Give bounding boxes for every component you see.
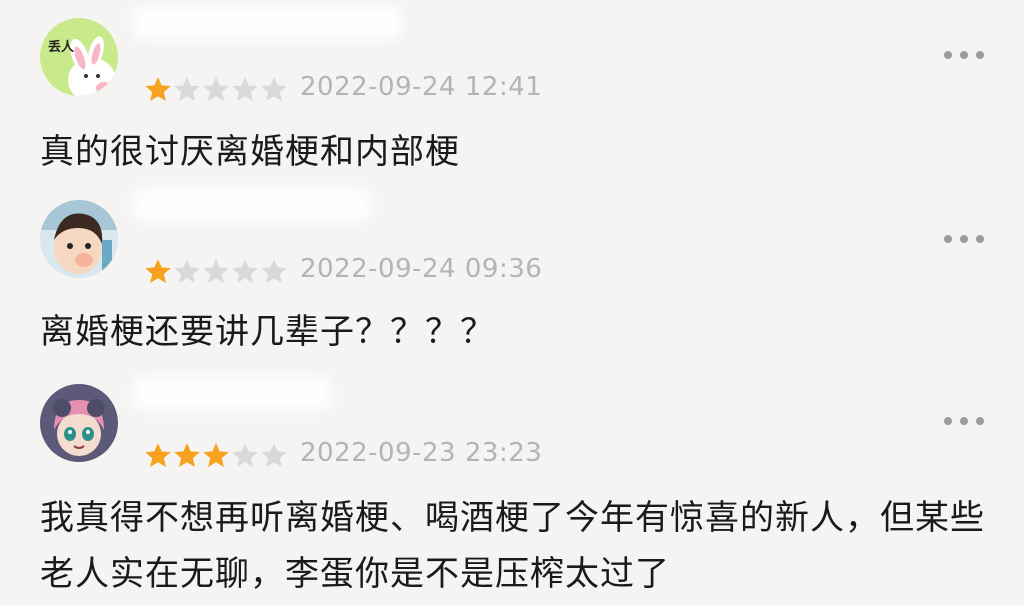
timestamp: 2022-09-24 12:41 <box>300 72 543 102</box>
comment-text: 离婚梗还要讲几辈子？？？？ <box>40 312 495 352</box>
star-icon <box>261 443 287 467</box>
star-icon <box>174 77 200 101</box>
star-icon <box>261 77 287 101</box>
star-icon <box>203 77 229 101</box>
star-icon <box>145 443 171 467</box>
avatar[interactable] <box>40 384 118 462</box>
more-horizontal-icon[interactable] <box>944 414 984 428</box>
star-icon <box>145 77 171 101</box>
avatar[interactable] <box>40 200 118 278</box>
star-icon <box>232 77 258 101</box>
timestamp: 2022-09-24 09:36 <box>300 254 543 284</box>
username-redacted <box>132 188 372 222</box>
star-icon <box>232 443 258 467</box>
star-icon <box>232 259 258 283</box>
star-rating <box>144 256 289 286</box>
star-rating <box>144 440 289 470</box>
star-icon <box>261 259 287 283</box>
star-icon <box>174 443 200 467</box>
star-icon <box>203 259 229 283</box>
username-redacted <box>132 6 402 40</box>
star-icon <box>203 443 229 467</box>
star-icon <box>145 259 171 283</box>
more-horizontal-icon[interactable] <box>944 232 984 246</box>
more-horizontal-icon[interactable] <box>944 48 984 62</box>
comment-text: 我真得不想再听离婚梗、喝酒梗了今年有惊喜的新人，但某些老人实在无聊，李蛋你是不是… <box>40 498 985 594</box>
avatar-label: 丢人 <box>48 40 75 55</box>
username-redacted <box>132 376 332 410</box>
star-rating <box>144 74 289 104</box>
timestamp: 2022-09-23 23:23 <box>300 438 543 468</box>
comment-text: 真的很讨厌离婚梗和内部梗 <box>40 132 460 172</box>
avatar[interactable]: 丢人 <box>40 18 118 96</box>
star-icon <box>174 259 200 283</box>
